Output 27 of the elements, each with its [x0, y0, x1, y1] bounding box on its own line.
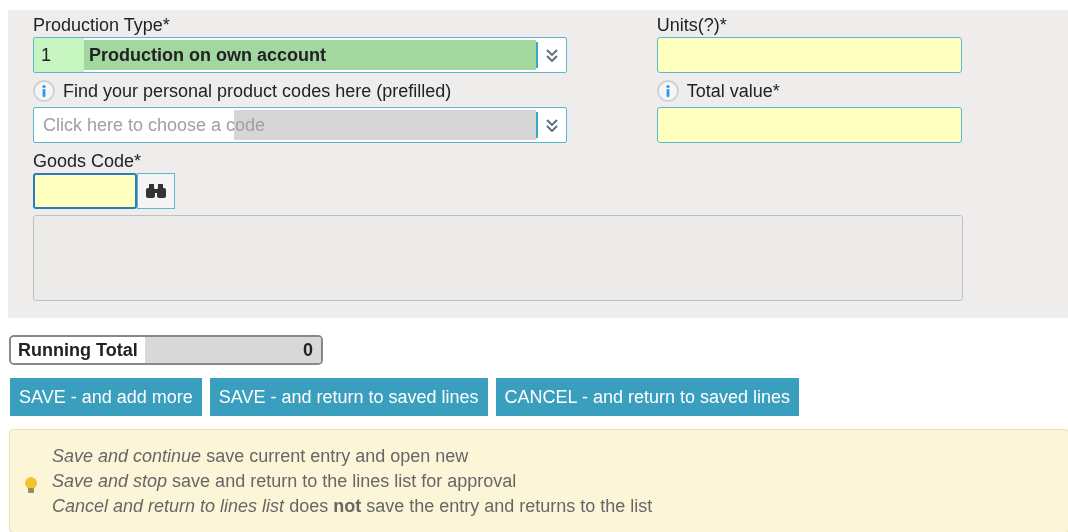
lightbulb-icon — [24, 476, 38, 494]
text-area[interactable] — [33, 215, 963, 301]
action-button[interactable]: SAVE - and add more — [10, 378, 202, 416]
field-label: Production Type* — [33, 14, 171, 37]
info-icon — [33, 80, 55, 102]
field-label: Find your personal product codes here (prefilled) — [63, 79, 452, 103]
select-code: 1 — [34, 38, 84, 72]
action-button[interactable]: CANCEL - and return to saved lines — [495, 378, 800, 416]
tip-text: Cancel and return to lines list does not save the entry and returns to the list — [52, 494, 653, 518]
field-label: Units(?)* — [656, 14, 728, 37]
tip-text: Save and continue save current entry and open new — [52, 444, 470, 468]
chevron-icon — [544, 47, 559, 63]
input-field[interactable] — [33, 173, 137, 209]
field-label: Total value* — [686, 79, 780, 103]
input-field[interactable] — [656, 37, 962, 73]
chevron-icon — [544, 117, 559, 133]
running-total-value: 0 — [144, 337, 321, 363]
select-value: Production on own account — [84, 40, 536, 70]
select-field[interactable]: 1 Production on own account — [33, 37, 567, 73]
tip-text: Save and stop save and return to the lines list for approval — [52, 469, 518, 493]
info-icon — [656, 80, 679, 102]
select-field[interactable]: Click here to choose a code — [33, 107, 567, 143]
binoculars-icon — [145, 183, 167, 199]
input-field[interactable] — [656, 107, 962, 143]
search-button[interactable] — [137, 173, 175, 209]
field-label: Goods Code* — [33, 150, 143, 173]
action-button[interactable]: SAVE - and return to saved lines — [209, 378, 488, 416]
